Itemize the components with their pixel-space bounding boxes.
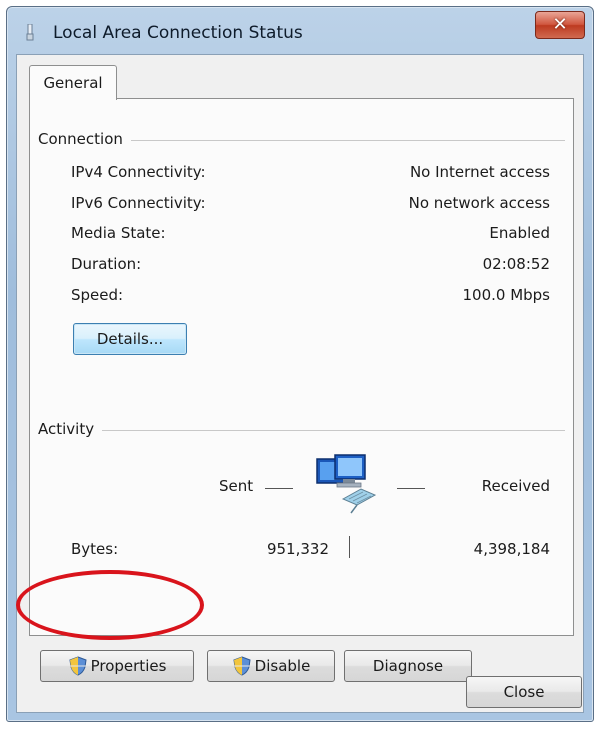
bytes-sent-value: 951,332 [266, 540, 329, 558]
bytes-received-value: 4,398,184 [473, 540, 550, 558]
general-tab-panel: Connection IPv4 Connectivity: No Interne… [29, 98, 574, 682]
bytes-divider [349, 536, 350, 558]
close-button[interactable]: Close [466, 676, 582, 708]
disable-button-label: Disable [254, 657, 311, 675]
window-title: Local Area Connection Status [53, 23, 303, 43]
diagnose-button[interactable]: Diagnose [344, 650, 472, 682]
close-icon: ✕ [552, 14, 568, 35]
received-label: Received [481, 477, 550, 495]
activity-heading: Activity [38, 420, 103, 438]
dialog-window: Local Area Connection Status ✕ General C… [6, 6, 594, 722]
properties-button-label: Properties [90, 657, 167, 675]
duration-label: Duration: [71, 255, 142, 273]
tab-general[interactable]: General [29, 65, 117, 100]
shield-icon [233, 656, 251, 676]
sent-line [265, 488, 293, 489]
network-computers-icon [316, 454, 377, 514]
dialog-client-area: General Connection IPv4 Connectivity: No… [16, 54, 584, 713]
received-line [397, 488, 425, 489]
connection-heading: Connection [38, 130, 131, 148]
shield-icon [69, 656, 87, 676]
speed-value: 100.0 Mbps [462, 286, 550, 304]
close-button-label: Close [503, 683, 545, 701]
sent-label: Sent [219, 477, 254, 495]
media-state-value: Enabled [489, 224, 550, 242]
details-button[interactable]: Details... [73, 323, 187, 355]
activity-divider [40, 430, 565, 431]
window-close-button[interactable]: ✕ [535, 11, 585, 39]
media-state-label: Media State: [71, 224, 166, 242]
details-button-label: Details... [96, 330, 164, 348]
ipv4-value: No Internet access [409, 163, 550, 181]
title-bar[interactable]: Local Area Connection Status ✕ [7, 7, 593, 53]
ipv6-value: No network access [408, 194, 550, 212]
speed-label: Speed: [71, 286, 124, 304]
network-adapter-icon [26, 24, 34, 41]
duration-value: 02:08:52 [482, 255, 550, 273]
diagnose-button-label: Diagnose [372, 657, 444, 675]
ipv6-label: IPv6 Connectivity: [71, 194, 206, 212]
disable-button[interactable]: Disable [207, 650, 335, 682]
ipv4-label: IPv4 Connectivity: [71, 163, 206, 181]
properties-button[interactable]: Properties [40, 650, 194, 682]
bytes-label: Bytes: [71, 540, 119, 558]
